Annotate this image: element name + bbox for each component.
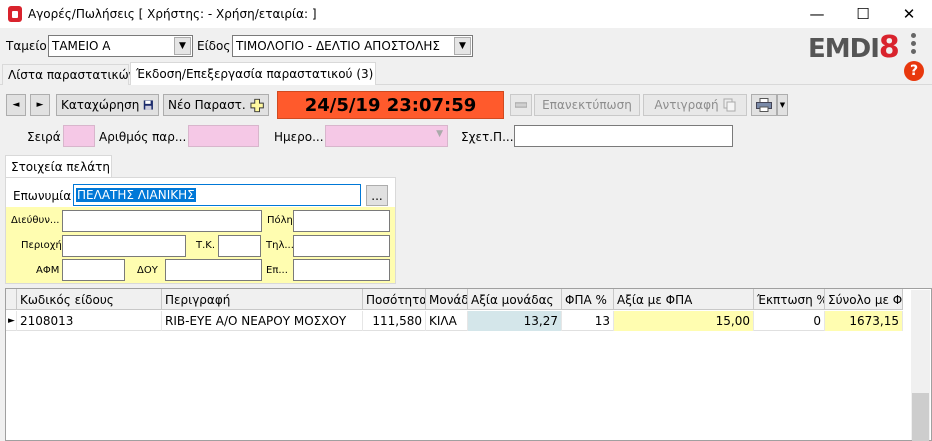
tameio-select[interactable]: ΤΑΜΕΙΟ Α ▼ — [48, 35, 193, 57]
tk-input[interactable] — [218, 235, 261, 257]
scrollbar-thumb[interactable] — [912, 393, 929, 441]
cell-vat[interactable]: 13 — [562, 311, 614, 331]
minus-icon — [515, 102, 527, 108]
eidos-value: ΤΙΜΟΛΟΓΙΟ - ΔΕΛΤΙΟ ΑΠΟΣΤΟΛΗΣ — [236, 39, 440, 53]
tab-customer-info[interactable]: Στοιχεία πελάτη — [5, 155, 112, 178]
cell-total[interactable]: 1673,15 — [825, 311, 903, 331]
seira-input[interactable] — [63, 125, 95, 147]
perioxi-label: Περιοχή — [21, 240, 62, 251]
minus-button[interactable] — [510, 94, 532, 116]
col-price-vat[interactable]: Αξία με ΦΠΑ — [614, 289, 754, 310]
sxetiko-input[interactable] — [514, 125, 733, 147]
arithmos-label: Αριθμός παρ... — [99, 130, 187, 144]
help-icon[interactable]: ? — [904, 61, 924, 81]
tameio-label: Ταμείο — [6, 39, 47, 53]
dieuthynsi-label: Διεύθυν... — [11, 215, 60, 226]
doy-label: ΔΟΥ — [137, 265, 158, 276]
poli-label: Πόλη — [267, 215, 293, 226]
col-unit-price[interactable]: Αξία μονάδας — [468, 289, 562, 310]
logo-text: EMDI — [808, 34, 880, 64]
print-menu-button[interactable]: ▼ — [777, 94, 788, 116]
emdi-logo: EMDI8 — [808, 30, 900, 65]
eidos-select[interactable]: ΤΙΜΟΛΟΓΙΟ - ΔΕΛΤΙΟ ΑΠΟΣΤΟΛΗΣ ▼ — [232, 35, 473, 57]
print-button[interactable] — [751, 94, 777, 116]
minimize-button[interactable]: — — [794, 0, 840, 28]
chevron-down-icon: ▼ — [779, 101, 786, 109]
col-description[interactable]: Περιγραφή — [162, 289, 363, 310]
current-row-icon: ► — [6, 311, 17, 331]
close-button[interactable]: ✕ — [886, 0, 932, 28]
epaggelma-label: Επ... — [266, 265, 288, 276]
tk-label: Τ.Κ. — [196, 240, 216, 251]
save-button[interactable]: Καταχώρηση — [56, 94, 159, 116]
cell-unit[interactable]: ΚΙΛΑ — [426, 311, 468, 331]
dieuthynsi-input[interactable] — [62, 210, 262, 232]
chevron-down-icon[interactable]: ▼ — [174, 37, 191, 55]
cell-quantity[interactable]: 111,580 — [363, 311, 426, 331]
eponymia-value: ΠΕΛΑΤΗΣ ΛΙΑΝΙΚΗΣ — [76, 188, 196, 202]
more-vertical-icon[interactable] — [908, 33, 918, 59]
imerominia-label: Ημερο... — [274, 130, 324, 144]
chevron-down-icon[interactable]: ▼ — [454, 37, 471, 55]
next-button[interactable]: ► — [30, 94, 50, 116]
copy-button[interactable]: Αντιγραφή — [643, 94, 747, 116]
maximize-button[interactable]: ☐ — [840, 0, 886, 28]
col-unit[interactable]: Μονάδα — [426, 289, 468, 310]
chevron-down-icon[interactable]: ▼ — [436, 129, 443, 139]
datetime-display: 24/5/19 23:07:59 — [277, 91, 504, 119]
reprint-button[interactable]: Επανεκτύπωση — [534, 94, 640, 116]
row-indicator-header — [6, 289, 17, 310]
cell-description[interactable]: RIB-EYE A/O ΝΕΑΡΟΥ ΜΟΣΧΟΥ — [162, 311, 363, 331]
cell-price-vat[interactable]: 15,00 — [614, 311, 754, 331]
app-icon — [8, 6, 22, 22]
save-label: Καταχώρηση — [61, 98, 140, 112]
tilefono-label: Τηλ... — [266, 240, 294, 251]
copy-icon — [723, 98, 736, 112]
new-document-button[interactable]: Νέο Παραστ. — [163, 94, 269, 116]
prev-button[interactable]: ◄ — [6, 94, 26, 116]
arithmos-input[interactable] — [188, 125, 259, 147]
imerominia-select[interactable]: ▼ — [325, 125, 448, 147]
copy-label: Αντιγραφή — [654, 98, 719, 112]
cell-unit-price[interactable]: 13,27 — [468, 311, 562, 331]
eponymia-input[interactable]: ΠΕΛΑΤΗΣ ΛΙΑΝΙΚΗΣ — [73, 184, 361, 206]
col-code[interactable]: Κωδικός είδους — [17, 289, 162, 310]
poli-input[interactable] — [293, 210, 390, 232]
cell-discount[interactable]: 0 — [754, 311, 825, 331]
tameio-value: ΤΑΜΕΙΟ Α — [52, 39, 111, 53]
seira-label: Σειρά — [27, 130, 61, 144]
eidos-label: Είδος — [197, 39, 231, 53]
grid-header: Κωδικός είδους Περιγραφή Ποσότητα Μονάδ α… — [6, 289, 903, 310]
plus-icon — [250, 98, 264, 112]
doy-input[interactable] — [165, 259, 262, 281]
afm-label: ΑΦΜ — [36, 265, 60, 276]
browse-customer-button[interactable]: ... — [366, 185, 388, 206]
floppy-disk-icon — [144, 100, 154, 110]
col-vat[interactable]: ΦΠΑ % — [562, 289, 614, 310]
cell-code[interactable]: 2108013 — [17, 311, 162, 331]
col-discount[interactable]: Έκπτωση % — [754, 289, 825, 310]
printer-icon — [756, 98, 772, 112]
table-row[interactable]: ► 2108013 RIB-EYE A/O ΝΕΑΡΟΥ ΜΟΣΧΟΥ 111,… — [6, 311, 903, 331]
new-label: Νέο Παραστ. — [168, 98, 246, 112]
eponymia-label: Επωνυμία — [13, 189, 72, 203]
tab-document-list[interactable]: Λίστα παραστατικών — [2, 64, 135, 85]
window-title: Αγορές/Πωλήσεις [ Χρήστης: - Χρήση/εταιρ… — [28, 7, 317, 21]
sxetiko-label: Σχετ.Π... — [461, 130, 514, 144]
afm-input[interactable] — [62, 259, 125, 281]
col-total[interactable]: Σύνολο με ΦΠΑ — [825, 289, 903, 310]
epaggelma-input[interactable] — [293, 259, 390, 281]
tab-document-edit[interactable]: Έκδοση/Επεξεργασία παραστατικού (3) — [130, 62, 376, 85]
logo-number: 8 — [878, 30, 900, 65]
perioxi-input[interactable] — [62, 235, 186, 257]
tilefono-input[interactable] — [293, 235, 390, 257]
col-quantity[interactable]: Ποσότητα — [363, 289, 426, 310]
